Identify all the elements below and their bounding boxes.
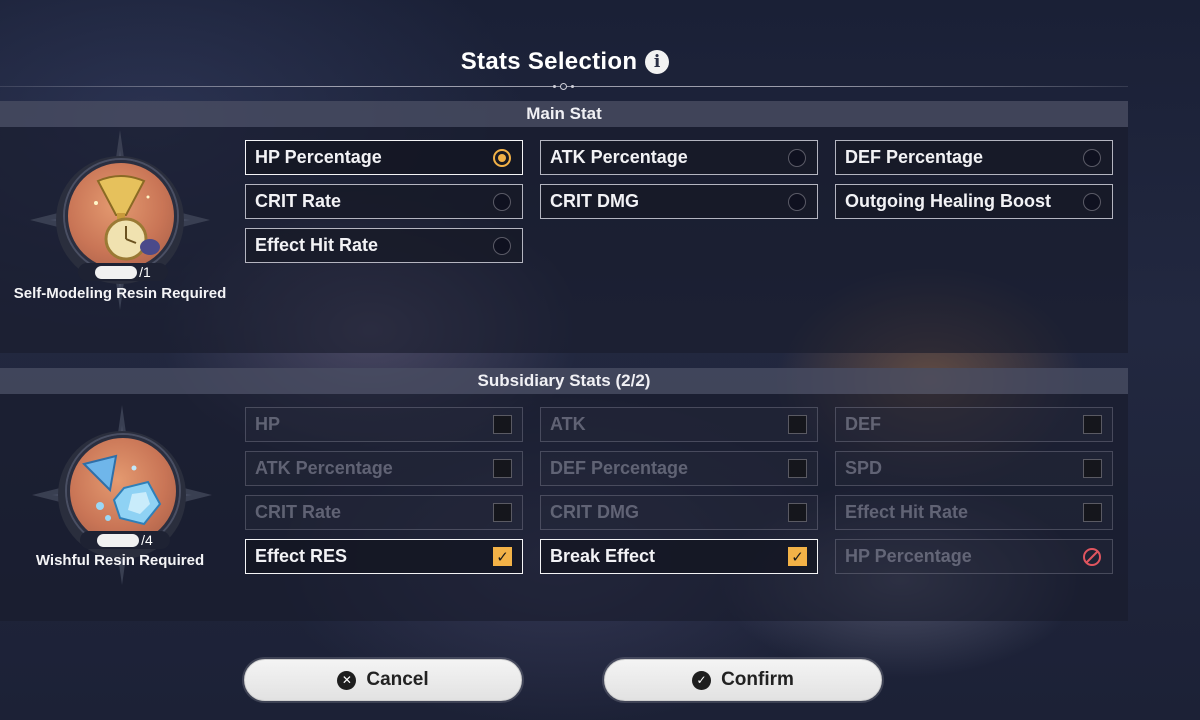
sub-stat-option-effect-hit-rate: Effect Hit Rate <box>835 495 1113 530</box>
owned-amount-hidden <box>95 265 138 279</box>
required-amount: /4 <box>141 532 153 548</box>
required-amount: /1 <box>139 264 151 280</box>
option-label: DEF <box>845 414 881 434</box>
sub-stat-option-atk: ATK <box>540 407 818 442</box>
main-stat-option-crit-dmg[interactable]: CRIT DMG <box>540 184 818 219</box>
main-stat-option-def-percentage[interactable]: DEF Percentage <box>835 140 1113 175</box>
option-label: Effect RES <box>255 546 348 566</box>
main-stat-option-hp-percentage[interactable]: HP Percentage <box>245 140 523 175</box>
sub-stat-option-effect-res[interactable]: Effect RES ✓ <box>245 539 523 574</box>
option-label: HP Percentage <box>255 147 382 167</box>
main-stat-option-crit-rate[interactable]: CRIT Rate <box>245 184 523 219</box>
checkbox-icon <box>788 415 807 434</box>
option-label: CRIT DMG <box>550 502 639 522</box>
sub-stat-option-def: DEF <box>835 407 1113 442</box>
radio-icon <box>493 192 511 211</box>
cancel-button-label: Cancel <box>366 669 429 690</box>
self-modeling-resin-label: Self-Modeling Resin Required <box>13 285 227 302</box>
option-label: SPD <box>845 458 883 478</box>
checkbox-checked-icon: ✓ <box>493 547 512 566</box>
sub-stat-option-break-effect[interactable]: Break Effect ✓ <box>540 539 818 574</box>
radio-icon <box>788 148 806 167</box>
cancel-button[interactable]: ✕ Cancel <box>244 659 522 701</box>
option-label: DEF Percentage <box>845 147 984 167</box>
checkbox-checked-icon: ✓ <box>788 547 807 566</box>
option-label: HP Percentage <box>845 546 972 566</box>
radio-icon <box>788 192 806 211</box>
checkbox-icon <box>493 503 512 522</box>
option-label: Effect Hit Rate <box>845 502 969 522</box>
main-stat-option-atk-percentage[interactable]: ATK Percentage <box>540 140 818 175</box>
radio-icon <box>1083 148 1101 167</box>
close-circle-icon: ✕ <box>337 670 357 690</box>
info-icon[interactable]: i <box>645 50 670 74</box>
checkbox-icon <box>1083 459 1102 478</box>
radio-icon <box>493 236 511 255</box>
option-label: DEF Percentage <box>550 458 689 478</box>
option-label: CRIT Rate <box>255 502 342 522</box>
self-modeling-resin-counter: /1 <box>78 263 168 281</box>
main-stat-option-effect-hit-rate[interactable]: Effect Hit Rate <box>245 228 523 263</box>
subsidiary-stats-header: Subsidiary Stats (2/2) <box>0 368 1128 394</box>
owned-amount-hidden <box>97 533 140 547</box>
sub-stat-option-atk-percentage: ATK Percentage <box>245 451 523 486</box>
sub-stat-option-def-percentage: DEF Percentage <box>540 451 818 486</box>
main-stat-header: Main Stat <box>0 101 1128 127</box>
dialog-title-text: Stats Selection <box>460 48 638 75</box>
option-label: CRIT Rate <box>255 191 342 211</box>
radio-selected-icon <box>493 148 511 167</box>
title-bar: Stats Selection i <box>0 48 1130 76</box>
checkbox-icon <box>788 459 807 478</box>
option-label: Break Effect <box>550 546 656 566</box>
sub-stat-option-crit-rate: CRIT Rate <box>245 495 523 530</box>
confirm-button-label: Confirm <box>721 669 794 690</box>
self-modeling-resin-medallion: /1 <box>30 130 210 310</box>
option-label: ATK <box>550 414 586 434</box>
self-modeling-resin-icon <box>65 160 177 272</box>
radio-icon <box>1083 192 1101 211</box>
checkbox-icon <box>1083 503 1102 522</box>
sub-stat-option-spd: SPD <box>835 451 1113 486</box>
sub-stat-option-crit-dmg: CRIT DMG <box>540 495 818 530</box>
main-stat-option-outgoing-healing-boost[interactable]: Outgoing Healing Boost <box>835 184 1113 219</box>
option-label: ATK Percentage <box>550 147 688 167</box>
checkbox-icon <box>493 459 512 478</box>
confirm-button[interactable]: ✓ Confirm <box>604 659 882 701</box>
checkbox-icon <box>1083 415 1102 434</box>
option-label: Effect Hit Rate <box>255 235 379 255</box>
sub-stat-option-hp: HP <box>245 407 523 442</box>
sub-stat-option-hp-percentage: HP Percentage <box>835 539 1113 574</box>
checkbox-icon <box>788 503 807 522</box>
checkbox-icon <box>493 415 512 434</box>
wishful-resin-counter: /4 <box>80 531 170 549</box>
prohibited-icon <box>1083 547 1101 566</box>
divider-ornament <box>543 81 583 91</box>
wishful-resin-label: Wishful Resin Required <box>35 552 205 569</box>
option-label: Outgoing Healing Boost <box>845 191 1051 211</box>
option-label: ATK Percentage <box>255 458 393 478</box>
check-circle-icon: ✓ <box>692 670 712 690</box>
option-label: CRIT DMG <box>550 191 639 211</box>
option-label: HP <box>255 414 281 434</box>
dialog-title: Stats Selection i <box>461 48 670 76</box>
